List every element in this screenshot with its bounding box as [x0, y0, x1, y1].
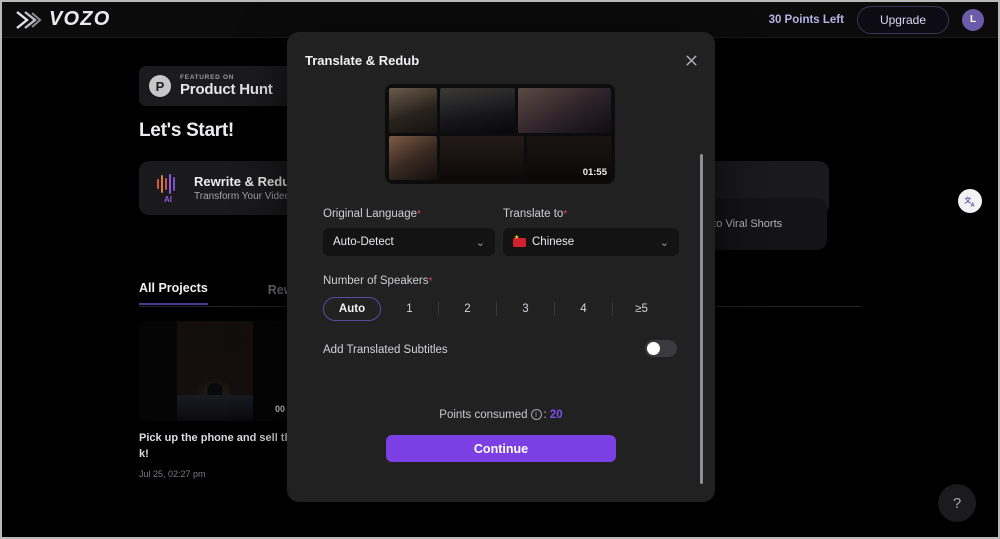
topbar-actions: 30 Points Left Upgrade L: [768, 5, 984, 34]
featured-on-label: FEATURED ON: [180, 74, 235, 81]
video-duration-badge: 01:55: [582, 167, 607, 178]
continue-button[interactable]: Continue: [386, 435, 616, 462]
speakers-option-2[interactable]: 2: [439, 298, 496, 320]
speakers-option-group: Auto 1 2 3 4 ≥5: [323, 297, 670, 321]
product-hunt-name: Product Hunt: [180, 81, 273, 98]
collage-left-column: [389, 88, 437, 180]
info-icon[interactable]: i: [530, 409, 542, 421]
translate-to-value: Chinese: [532, 236, 575, 248]
points-consumed-row: Points consumed i: 20: [287, 409, 715, 421]
project-thumbnail[interactable]: 00: [139, 321, 291, 421]
brand-logo[interactable]: VOZO: [16, 8, 110, 31]
svg-text:A: A: [970, 202, 974, 208]
speakers-option-auto[interactable]: Auto: [323, 297, 381, 321]
translate-to-label: Translate to*: [503, 208, 567, 220]
svg-text:AI: AI: [164, 195, 172, 203]
speakers-option-5-plus[interactable]: ≥5: [613, 298, 670, 320]
collage-tile: [389, 135, 437, 180]
points-consumed-value: 20: [549, 409, 563, 421]
speakers-option-1[interactable]: 1: [381, 298, 438, 320]
points-left-label: 30 Points Left: [768, 13, 844, 26]
project-card[interactable]: 00 Pick up the phone and sell the st k! …: [139, 321, 310, 479]
brand-name: VOZO: [49, 8, 111, 30]
double-chevron-icon: [16, 10, 42, 29]
translate-icon: 文 A: [964, 195, 975, 208]
chevron-down-icon: ⌄: [659, 236, 669, 249]
thumbnail-subject: [177, 321, 253, 421]
modal-scrollbar[interactable]: [700, 154, 703, 484]
close-icon[interactable]: [681, 50, 701, 70]
collage-row: [440, 88, 611, 133]
toggle-knob: [647, 342, 660, 355]
chevron-down-icon: ⌄: [475, 236, 485, 249]
collage-tile: [440, 135, 524, 180]
number-of-speakers-label-text: Number of Speakers: [323, 275, 429, 287]
required-marker: *: [417, 209, 421, 220]
translate-to-label-text: Translate to: [503, 208, 564, 220]
video-preview-collage: [389, 88, 611, 180]
tab-all-projects[interactable]: All Projects: [139, 281, 208, 305]
thumbnail-suit: [177, 395, 253, 421]
collage-tile: [389, 88, 437, 133]
add-translated-subtitles-toggle[interactable]: [645, 340, 677, 357]
translate-language-button[interactable]: 文 A: [958, 189, 982, 213]
project-duration: 00: [274, 404, 285, 414]
audio-wave-ai-icon: AI: [156, 173, 182, 204]
add-translated-subtitles-label: Add Translated Subtitles: [323, 344, 448, 356]
video-preview[interactable]: 01:55: [385, 84, 615, 184]
points-consumed-label: Points consumed: [439, 409, 528, 421]
modal-title: Translate & Redub: [305, 53, 420, 68]
project-date: Jul 25, 02:27 pm: [139, 468, 206, 479]
number-of-speakers-label: Number of Speakers*: [323, 275, 432, 287]
translate-to-select[interactable]: Chinese ⌄: [503, 228, 679, 256]
page-title: Let's Start!: [139, 120, 234, 141]
points-separator: :: [543, 409, 547, 421]
avatar[interactable]: L: [962, 8, 984, 31]
original-language-value: Auto-Detect: [333, 236, 394, 248]
speakers-option-4[interactable]: 4: [555, 298, 612, 320]
upgrade-button[interactable]: Upgrade: [856, 5, 949, 34]
app-root: VOZO 30 Points Left Upgrade L P FEATURED…: [0, 0, 1000, 539]
required-marker: *: [428, 276, 433, 287]
collage-tile: [517, 88, 611, 133]
product-hunt-icon: P: [149, 75, 171, 97]
original-language-select[interactable]: Auto-Detect ⌄: [323, 228, 495, 256]
translate-redub-modal: Translate & Redub 01:55 Original Languag…: [287, 32, 715, 502]
product-hunt-text: FEATURED ON Product Hunt: [180, 74, 273, 98]
thumbnail-hair: [188, 325, 242, 351]
required-marker: *: [563, 209, 568, 220]
original-language-label: Original Language*: [323, 208, 421, 220]
help-button[interactable]: ?: [938, 484, 976, 522]
collage-tile: [440, 88, 515, 133]
original-language-label-text: Original Language: [323, 208, 417, 220]
speakers-option-3[interactable]: 3: [497, 298, 554, 320]
chinese-flag-icon: [513, 235, 526, 247]
